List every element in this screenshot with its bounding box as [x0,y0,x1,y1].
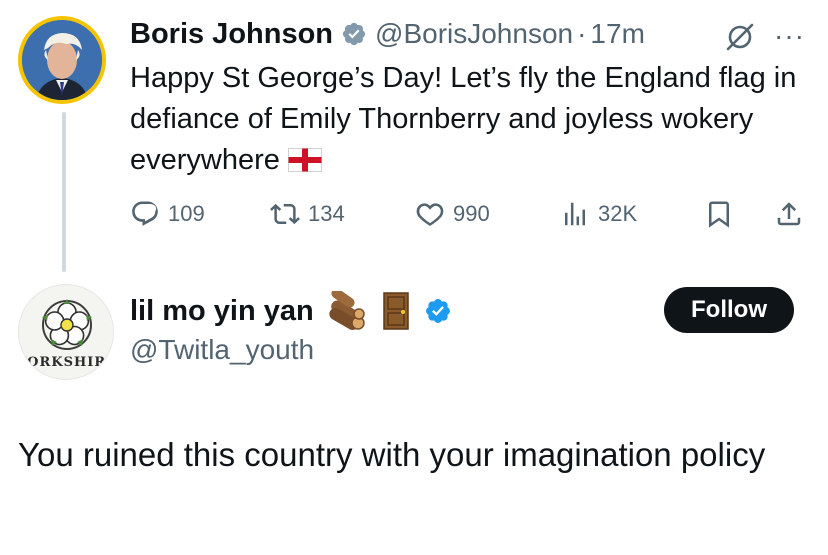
reply-icon [132,201,158,226]
reply-avatar[interactable]: YORKSHIRE [18,284,114,380]
views-count: 32K [598,201,638,226]
reply-button[interactable]: 109 [130,196,205,232]
verified-badge-icon[interactable] [424,297,452,325]
repost-button[interactable]: 134 [270,196,345,232]
reply-author-handle[interactable]: @Twitla_youth [130,334,314,366]
door-emoji-icon [382,292,409,330]
bookmark-button[interactable] [704,196,742,232]
repost-icon [270,203,300,225]
repost-count: 134 [308,201,345,226]
views-icon [565,202,585,226]
avatar-caption: YORKSHIRE [18,355,114,370]
tweet-actions: 109 134 990 32K [130,196,810,232]
tweet-header: Boris Johnson @BorisJohnson · 17m [130,14,645,54]
tweet-text: Happy St George’s Day! Let’s fly the Eng… [130,62,797,176]
views-button[interactable]: 32K [560,196,637,232]
share-button[interactable] [774,196,812,232]
more-options-icon[interactable]: ··· [774,20,805,52]
log-emoji-icon [329,291,365,330]
separator: · [577,18,587,49]
england-flag-icon [287,148,322,172]
author-name[interactable]: Boris Johnson [130,18,333,51]
timestamp[interactable]: 17m [590,18,644,50]
bookmark-icon [709,201,729,228]
reply-header: lil mo yin yan [130,290,452,332]
portrait-image [22,20,102,100]
reply-text: You ruined this country with your imagin… [18,436,766,473]
verified-badge-icon[interactable] [341,21,367,47]
grok-icon[interactable] [722,22,758,52]
share-icon [777,202,801,226]
like-count: 990 [453,201,490,226]
thread-line [62,112,66,272]
like-button[interactable]: 990 [415,196,490,232]
follow-button[interactable]: Follow [664,287,794,333]
author-handle[interactable]: @BorisJohnson [375,18,573,50]
tweet-body: Happy St George’s Day! Let’s fly the Eng… [130,58,820,181]
reply-count: 109 [168,201,205,226]
like-icon [416,203,444,226]
author-avatar[interactable] [18,16,106,104]
reply-author-name[interactable]: lil mo yin yan [130,295,314,328]
